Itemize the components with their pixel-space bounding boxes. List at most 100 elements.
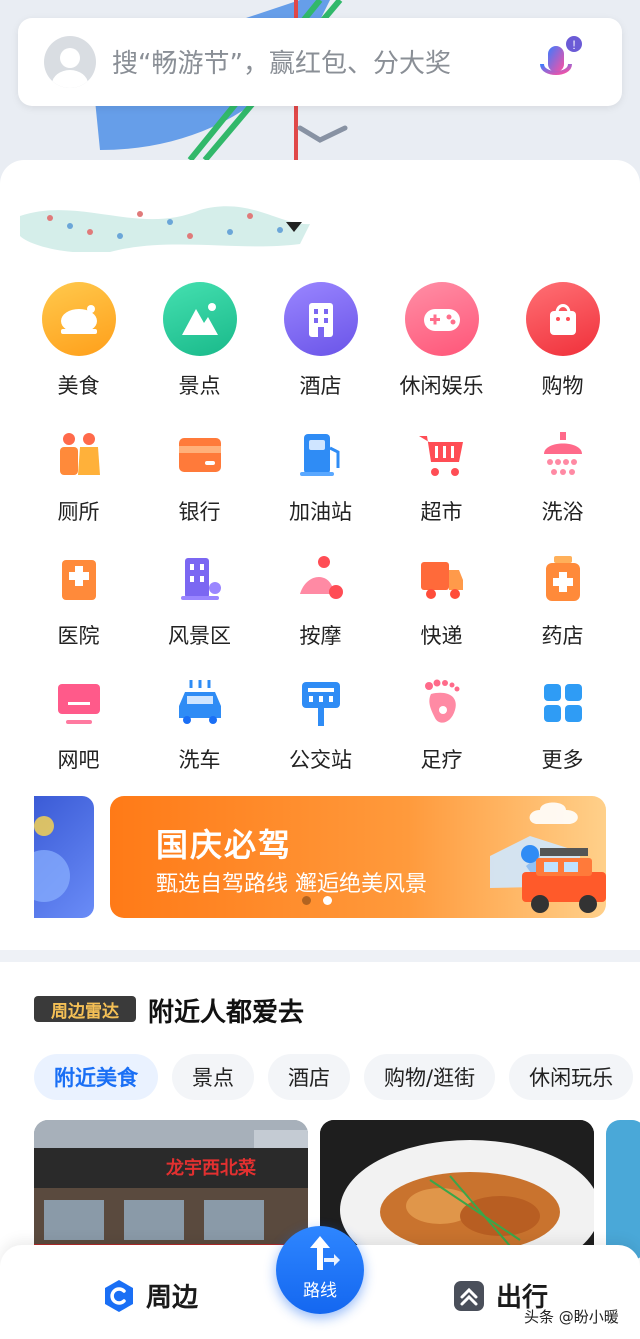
category-bath[interactable]: 洗浴 [502, 430, 623, 526]
delivery-truck-icon [417, 554, 467, 604]
route-label: 路线 [303, 1281, 337, 1301]
nearby-c-icon [105, 1279, 133, 1312]
category-hotel[interactable]: 酒店 [260, 282, 381, 400]
category-bus-stop[interactable]: 公交站 [260, 678, 381, 774]
chip-shopping[interactable]: 购物/逛街 [364, 1054, 496, 1100]
banner-previous-slide[interactable] [34, 796, 94, 918]
category-scenic-area[interactable]: 风景区 [139, 554, 260, 650]
category-label: 更多 [541, 748, 584, 772]
category-label: 洗浴 [541, 500, 584, 524]
user-icon [52, 48, 88, 88]
tab-label: 周边 [146, 1283, 199, 1313]
monitor-icon [54, 678, 104, 728]
chip-scenic[interactable]: 景点 [172, 1054, 254, 1100]
category-label: 药店 [541, 624, 584, 648]
category-label: 医院 [57, 624, 100, 648]
category-label: 风景区 [168, 624, 231, 648]
route-arrow-icon [310, 1236, 340, 1270]
bank-card-icon [175, 430, 225, 480]
category-label: 景点 [178, 374, 221, 398]
travel-chevron-icon [454, 1280, 484, 1311]
promo-banner[interactable]: 国庆必驾 甄选自驾路线 邂逅绝美风景 [110, 796, 606, 918]
svg-text:!: ! [572, 38, 575, 52]
category-foot-massage[interactable]: 足疗 [381, 678, 502, 774]
bus-stop-icon [296, 678, 346, 728]
category-pharmacy[interactable]: 药店 [502, 554, 623, 650]
blurred-location-graphic [20, 206, 310, 253]
category-label: 购物 [541, 374, 584, 398]
category-label: 超市 [420, 500, 463, 524]
category-label: 加油站 [289, 500, 352, 524]
restaurant-sign: 龙宇西北菜 [166, 1158, 256, 1179]
primary-category-row: 美食 景点 酒店 休闲娱乐 购物 [18, 282, 640, 400]
category-more[interactable]: 更多 [502, 678, 623, 774]
place-card[interactable]: 龙宇西北菜 [34, 1120, 308, 1260]
restaurant-photo [34, 1120, 308, 1260]
category-leisure[interactable]: 休闲娱乐 [381, 282, 502, 400]
category-label: 快递 [420, 624, 463, 648]
watermark: 头条 @盼小暖 [524, 1308, 619, 1326]
category-row-3: 医院 风景区 按摩 快递 药店 [18, 554, 640, 650]
grid-more-icon [538, 678, 588, 728]
location-blurred[interactable] [20, 196, 310, 253]
section-title: 附近人都爱去 [148, 998, 305, 1028]
place-card-partial[interactable] [606, 1120, 640, 1260]
chip-nearby-food[interactable]: 附近美食 [34, 1054, 158, 1100]
cart-icon [417, 430, 467, 480]
category-label: 酒店 [299, 374, 342, 398]
category-label: 洗车 [178, 748, 221, 772]
category-row-2: 厕所 银行 加油站 超市 洗浴 [18, 430, 640, 526]
category-hospital[interactable]: 医院 [18, 554, 139, 650]
banner-title: 国庆必驾 [156, 826, 293, 864]
hotel-icon [283, 282, 358, 356]
carousel-indicator [302, 896, 332, 905]
hospital-icon [54, 554, 104, 604]
banner-decoration [34, 816, 70, 902]
shopping-bag-icon [525, 282, 600, 356]
category-shopping[interactable]: 购物 [502, 282, 623, 400]
category-internet-cafe[interactable]: 网吧 [18, 678, 139, 774]
voice-search-button[interactable]: ! [534, 36, 584, 92]
category-express[interactable]: 快递 [381, 554, 502, 650]
gas-station-icon [296, 430, 346, 480]
category-massage[interactable]: 按摩 [260, 554, 381, 650]
tab-nearby[interactable]: 周边 [102, 1277, 198, 1314]
category-toilet[interactable]: 厕所 [18, 430, 139, 526]
category-label: 网吧 [57, 748, 100, 772]
category-gas-station[interactable]: 加油站 [260, 430, 381, 526]
category-row-4: 网吧 洗车 公交站 足疗 更多 [18, 678, 640, 774]
category-label: 按摩 [299, 624, 342, 648]
category-scenic[interactable]: 景点 [139, 282, 260, 400]
car-map-illustration [490, 802, 606, 913]
category-car-wash[interactable]: 洗车 [139, 678, 260, 774]
category-food[interactable]: 美食 [18, 282, 139, 400]
avatar[interactable] [44, 36, 96, 88]
search-placeholder[interactable]: 搜“畅游节”，赢红包、分大奖 [112, 43, 451, 80]
category-label: 银行 [178, 500, 221, 524]
food-icon [41, 282, 116, 356]
banner-subtitle: 甄选自驾路线 邂逅绝美风景 [156, 872, 427, 897]
category-label: 休闲娱乐 [399, 374, 484, 398]
carousel-dot-active[interactable] [323, 896, 332, 905]
scenic-area-icon [175, 554, 225, 604]
radar-badge: 周边雷达 [34, 996, 136, 1022]
pharmacy-icon [538, 554, 588, 604]
foot-icon [417, 678, 467, 728]
category-panel: 美食 景点 酒店 休闲娱乐 购物 厕所 银行 加油站 超市 洗浴 医院 风景区 … [0, 160, 640, 950]
massage-icon [296, 554, 346, 604]
chip-leisure[interactable]: 休闲玩乐 [509, 1054, 634, 1100]
category-supermarket[interactable]: 超市 [381, 430, 502, 526]
category-label: 足疗 [420, 748, 463, 772]
microphone-icon: ! [540, 36, 582, 86]
category-label: 公交站 [289, 748, 352, 772]
category-label: 美食 [57, 374, 100, 398]
carousel-dot[interactable] [302, 896, 311, 905]
scenic-icon [162, 282, 237, 356]
shower-icon [538, 430, 588, 480]
chip-hotel[interactable]: 酒店 [268, 1054, 350, 1100]
category-bank[interactable]: 银行 [139, 430, 260, 526]
search-bar[interactable]: 搜“畅游节”，赢红包、分大奖 ! [18, 18, 622, 106]
gamepad-icon [404, 282, 479, 356]
toilet-icon [54, 430, 104, 480]
route-button[interactable]: 路线 [276, 1226, 364, 1314]
